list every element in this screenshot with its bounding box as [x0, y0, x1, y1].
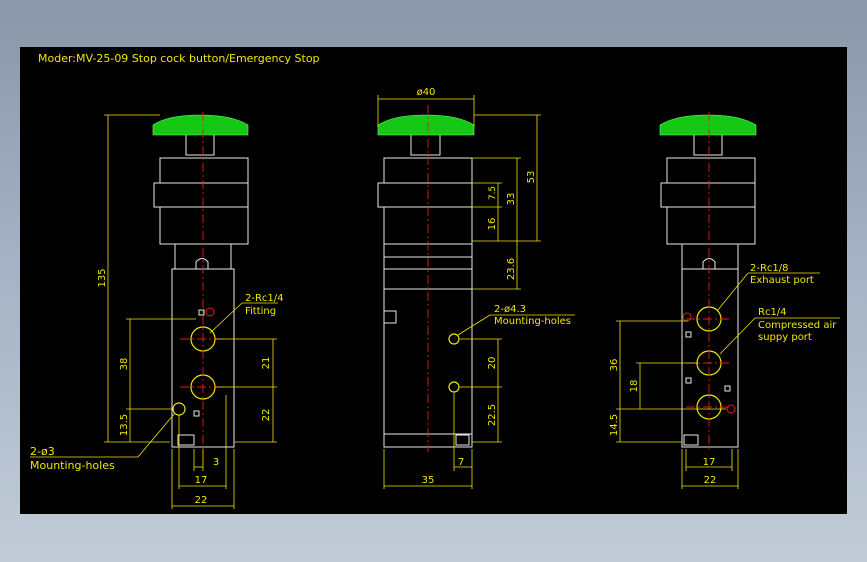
svg-text:36: 36 [609, 359, 620, 372]
svg-text:14.5: 14.5 [609, 414, 620, 436]
middle-mounting-hole [448, 333, 460, 345]
svg-text:135: 135 [97, 268, 108, 287]
svg-text:suppy port: suppy port [758, 332, 812, 343]
svg-text:22.5: 22.5 [487, 404, 498, 426]
svg-text:17: 17 [703, 457, 716, 468]
svg-text:Rc1/4: Rc1/4 [758, 307, 787, 318]
svg-text:Mounting-holes: Mounting-holes [30, 459, 115, 472]
svg-text:18: 18 [629, 380, 640, 393]
drawing-title: Moder:MV-25-09 Stop cock button/Emergenc… [38, 52, 320, 65]
middle-mounting-hole-lower [448, 381, 460, 393]
left-view: 135 38 13.5 21 22 2-Rc1/4 Fitting 2-ø3 M… [30, 112, 284, 509]
middle-button-cap [377, 114, 475, 136]
svg-text:3: 3 [213, 457, 219, 468]
svg-text:Fitting: Fitting [245, 306, 276, 317]
svg-text:Mounting-holes: Mounting-holes [494, 316, 571, 327]
svg-text:13.5: 13.5 [119, 414, 130, 436]
svg-text:2-ø4.3: 2-ø4.3 [494, 304, 526, 315]
svg-text:2-Rc1/8: 2-Rc1/8 [750, 263, 789, 274]
svg-text:7.5: 7.5 [488, 186, 498, 200]
left-button-cap [152, 114, 249, 136]
svg-text:22: 22 [261, 409, 272, 422]
svg-text:17: 17 [195, 475, 208, 486]
svg-text:33: 33 [506, 193, 517, 206]
right-view: 36 18 14.5 2-Rc1/8 Exhaust port Rc1/4 Co… [609, 112, 840, 489]
svg-text:53: 53 [526, 171, 537, 184]
svg-text:16: 16 [487, 218, 498, 231]
svg-text:21: 21 [261, 357, 272, 370]
svg-text:23.6: 23.6 [506, 258, 517, 280]
svg-text:2-ø3: 2-ø3 [30, 445, 55, 458]
technical-drawing: Moder:MV-25-09 Stop cock button/Emergenc… [30, 52, 840, 509]
svg-text:20: 20 [487, 357, 498, 370]
svg-text:35: 35 [422, 475, 435, 486]
svg-text:7: 7 [458, 457, 464, 468]
svg-text:Compressed air: Compressed air [758, 320, 837, 331]
svg-text:2-Rc1/4: 2-Rc1/4 [245, 293, 284, 304]
drawing-sheet: Moder:MV-25-09 Stop cock button/Emergenc… [20, 47, 847, 514]
svg-text:22: 22 [195, 495, 208, 506]
svg-text:Exhaust port: Exhaust port [750, 275, 814, 286]
svg-text:22: 22 [704, 475, 717, 486]
right-button-cap [659, 114, 757, 136]
svg-text:ø40: ø40 [417, 87, 436, 98]
middle-view: ø40 53 33 7.5 16 23.6 20 22.5 2-ø4.3 Mou… [377, 87, 575, 489]
svg-text:38: 38 [119, 358, 130, 371]
